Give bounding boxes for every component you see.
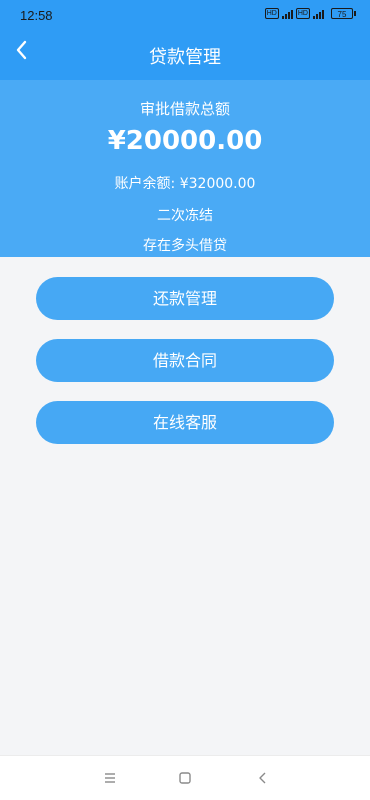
battery-level: 75: [331, 8, 353, 19]
approved-total-amount: ¥20000.00: [107, 126, 263, 156]
status-time: 12:58: [20, 8, 53, 23]
system-navigation-bar: [0, 755, 370, 800]
online-support-button[interactable]: 在线客服: [36, 401, 334, 444]
approved-total-label: 审批借款总额: [139, 100, 230, 118]
signal-icon-1: [281, 9, 293, 19]
nav-bar: 贷款管理: [0, 30, 370, 80]
system-menu-button[interactable]: [100, 768, 120, 788]
signal-icon-2: [313, 9, 324, 19]
system-back-button[interactable]: [253, 768, 273, 788]
status-bar: 12:58 HD HD 75: [0, 0, 370, 30]
page-title: 贷款管理: [149, 47, 221, 68]
hd-badge-1: HD: [264, 8, 279, 19]
status-icons: HD HD 75: [264, 8, 356, 19]
loan-contract-button[interactable]: 借款合同: [36, 339, 334, 382]
loan-summary-panel: 审批借款总额 ¥20000.00 账户余额: ¥32000.00 二次冻结 存在…: [0, 80, 370, 257]
home-square-icon: [179, 772, 191, 784]
status-text-frozen: 二次冻结: [157, 208, 213, 224]
hd-badge-2: HD: [295, 8, 310, 19]
system-home-button[interactable]: [175, 768, 195, 788]
menu-icon: [105, 773, 115, 783]
battery-icon: 75: [331, 8, 356, 19]
repayment-management-button[interactable]: 还款管理: [36, 277, 334, 320]
loan-management-screen: 12:58 HD HD 75 贷款管理 审批借款总额 ¥20000.00 账户余…: [0, 0, 370, 800]
account-balance: 账户余额: ¥32000.00: [114, 176, 256, 192]
status-text-multi-loan: 存在多头借贷: [143, 238, 227, 254]
back-triangle-icon: [259, 772, 266, 784]
